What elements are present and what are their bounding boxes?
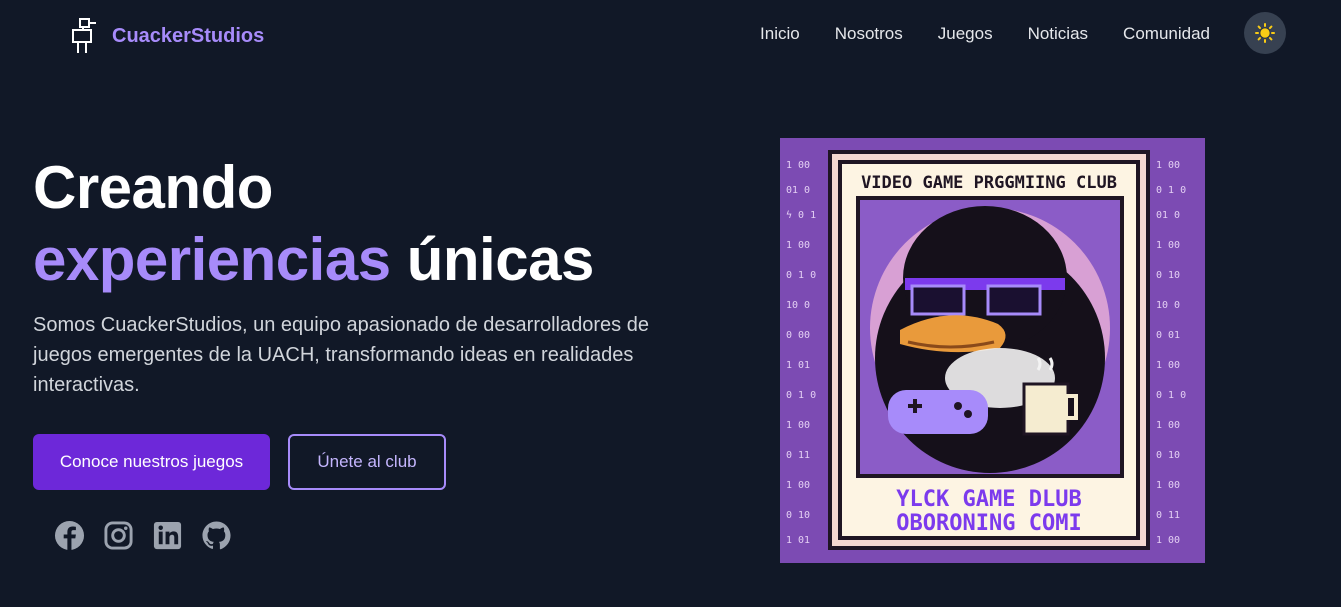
sun-icon — [1255, 23, 1275, 43]
svg-text:0 11: 0 11 — [1156, 510, 1180, 521]
svg-text:10 0: 10 0 — [786, 300, 810, 311]
svg-text:10 0: 10 0 — [1156, 300, 1180, 311]
linkedin-icon[interactable] — [152, 520, 183, 551]
navbar: CuackerStudios Inicio Nosotros Juegos No… — [0, 0, 1341, 70]
svg-text:0 1 0: 0 1 0 — [1156, 390, 1186, 401]
svg-text:01 0: 01 0 — [786, 185, 810, 196]
svg-text:0 10: 0 10 — [1156, 450, 1180, 461]
svg-text:0 11: 0 11 — [786, 450, 810, 461]
theme-toggle-button[interactable] — [1244, 12, 1286, 54]
poster-bottom-line2: OBORONING COMI — [896, 511, 1081, 536]
svg-text:1 00: 1 00 — [786, 480, 810, 491]
svg-text:1 00: 1 00 — [786, 420, 810, 431]
svg-text:1 00: 1 00 — [1156, 420, 1180, 431]
hero-title-rest: únicas — [390, 226, 595, 293]
svg-text:1 00: 1 00 — [786, 160, 810, 171]
svg-text:0 1 0: 0 1 0 — [786, 270, 816, 281]
nav-link-comunidad[interactable]: Comunidad — [1123, 22, 1210, 46]
games-button[interactable]: Conoce nuestros juegos — [33, 434, 270, 490]
svg-text:0 10: 0 10 — [1156, 270, 1180, 281]
svg-text:0 00: 0 00 — [786, 330, 810, 341]
svg-text:0 1 0: 0 1 0 — [786, 390, 816, 401]
nav-link-noticias[interactable]: Noticias — [1028, 22, 1088, 46]
svg-text:1 00: 1 00 — [1156, 240, 1180, 251]
svg-text:1 00: 1 00 — [1156, 360, 1180, 371]
github-icon[interactable] — [201, 520, 232, 551]
svg-text:1 00: 1 00 — [1156, 160, 1180, 171]
club-poster-image: 1 00 01 0 ϟ 0 1 1 00 0 1 0 10 0 0 00 1 01 0 1 … — [780, 138, 1205, 563]
svg-text:1 00: 1 00 — [1156, 535, 1180, 546]
svg-text:1 01: 1 01 — [786, 360, 810, 371]
svg-text:1 00: 1 00 — [1156, 480, 1180, 491]
nav-link-nosotros[interactable]: Nosotros — [835, 22, 903, 46]
nav-link-juegos[interactable]: Juegos — [938, 22, 993, 46]
hero-title: Creando experiencias únicas — [33, 152, 594, 296]
facebook-icon[interactable] — [54, 520, 85, 551]
instagram-icon[interactable] — [103, 520, 134, 551]
duck-logo-icon — [72, 18, 96, 53]
social-links — [54, 520, 232, 551]
hero-title-line1: Creando — [33, 154, 273, 221]
brand-name: CuackerStudios — [112, 24, 265, 47]
svg-text:01 0: 01 0 — [1156, 210, 1180, 221]
svg-text:1 00: 1 00 — [786, 240, 810, 251]
join-club-button[interactable]: Únete al club — [288, 434, 446, 490]
main-nav: Inicio Nosotros Juegos Noticias Comunida… — [760, 22, 1210, 46]
svg-text:0 1 0: 0 1 0 — [1156, 185, 1186, 196]
brand-link[interactable]: CuackerStudios — [70, 16, 264, 56]
poster-bottom-line1: YLCK GAME DLUB — [896, 487, 1081, 512]
hero-description: Somos CuackerStudios, un equipo apasiona… — [33, 314, 649, 396]
svg-text:1 01: 1 01 — [786, 535, 810, 546]
poster-top-text: VIDEO GAME PRGGMIING CLUB — [861, 173, 1117, 193]
svg-text:0 01: 0 01 — [1156, 330, 1180, 341]
svg-text:0 10: 0 10 — [786, 510, 810, 521]
nav-link-inicio[interactable]: Inicio — [760, 22, 800, 46]
hero-title-accent: experiencias — [33, 226, 391, 293]
svg-text:ϟ 0 1: ϟ 0 1 — [786, 210, 816, 221]
